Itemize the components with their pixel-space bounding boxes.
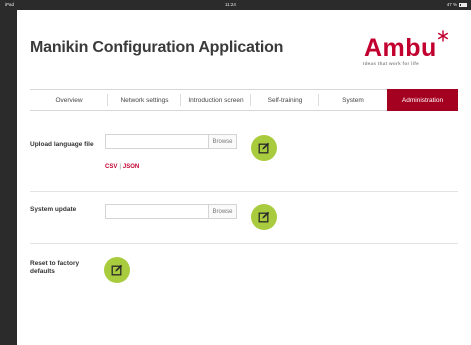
app-screen: Manikin Configuration Application Ambu I… <box>17 10 471 345</box>
tab-label: Network settings <box>120 96 169 104</box>
tab-network-settings[interactable]: Network settings <box>108 90 181 110</box>
upload-language-button[interactable] <box>251 135 277 161</box>
edit-icon <box>258 142 270 154</box>
battery-percent: 47 % <box>446 2 457 7</box>
system-update-field[interactable] <box>105 204 209 219</box>
csv-link[interactable]: CSV <box>105 164 117 170</box>
edit-icon <box>111 264 123 276</box>
tab-label: Administration <box>401 96 444 104</box>
clock: 11:24 <box>225 2 236 7</box>
tab-self-training[interactable]: Self-training <box>251 90 319 110</box>
battery-icon <box>459 2 467 7</box>
tab-introduction-screen[interactable]: Introduction screen <box>181 90 251 110</box>
page-title: Manikin Configuration Application <box>30 39 284 56</box>
device-frame: iPad 11:24 47 % Manikin Configuration Ap… <box>0 0 471 345</box>
factory-reset-button[interactable] <box>104 257 130 283</box>
tab-label: Self-training <box>267 96 303 104</box>
edit-icon <box>258 211 270 223</box>
system-update-button[interactable] <box>251 204 277 230</box>
section-divider <box>30 243 458 244</box>
system-update-label: System update <box>30 206 77 213</box>
tab-bar: Overview Network settings Introduction s… <box>30 89 458 111</box>
file-format-links: CSV | JSON <box>105 164 139 170</box>
upload-language-label: Upload language file <box>30 141 94 148</box>
system-update-input[interactable] <box>106 205 208 218</box>
factory-reset-label: Reset to factory defaults <box>30 260 80 275</box>
language-browse-button[interactable]: Browse <box>209 134 237 149</box>
tab-overview[interactable]: Overview <box>30 90 108 110</box>
system-update-browse-button[interactable]: Browse <box>209 204 237 219</box>
logo-wordmark: Ambu <box>364 34 437 62</box>
json-link[interactable]: JSON <box>123 164 139 170</box>
logo-tagline: Ideas that work for life <box>363 61 419 66</box>
tab-label: System <box>342 96 364 104</box>
tab-label: Introduction screen <box>188 96 244 104</box>
ambu-logo: Ambu Ideas that work for life <box>357 28 457 72</box>
tab-administration[interactable]: Administration <box>387 89 458 111</box>
tab-system[interactable]: System <box>319 90 387 110</box>
tab-label: Overview <box>55 96 83 104</box>
carrier-label: iPad <box>5 2 15 7</box>
section-divider <box>30 191 458 192</box>
language-file-input[interactable] <box>106 135 208 148</box>
status-bar: iPad 11:24 47 % <box>0 0 471 10</box>
language-file-field[interactable] <box>105 134 209 149</box>
logo-star-icon <box>438 30 449 42</box>
